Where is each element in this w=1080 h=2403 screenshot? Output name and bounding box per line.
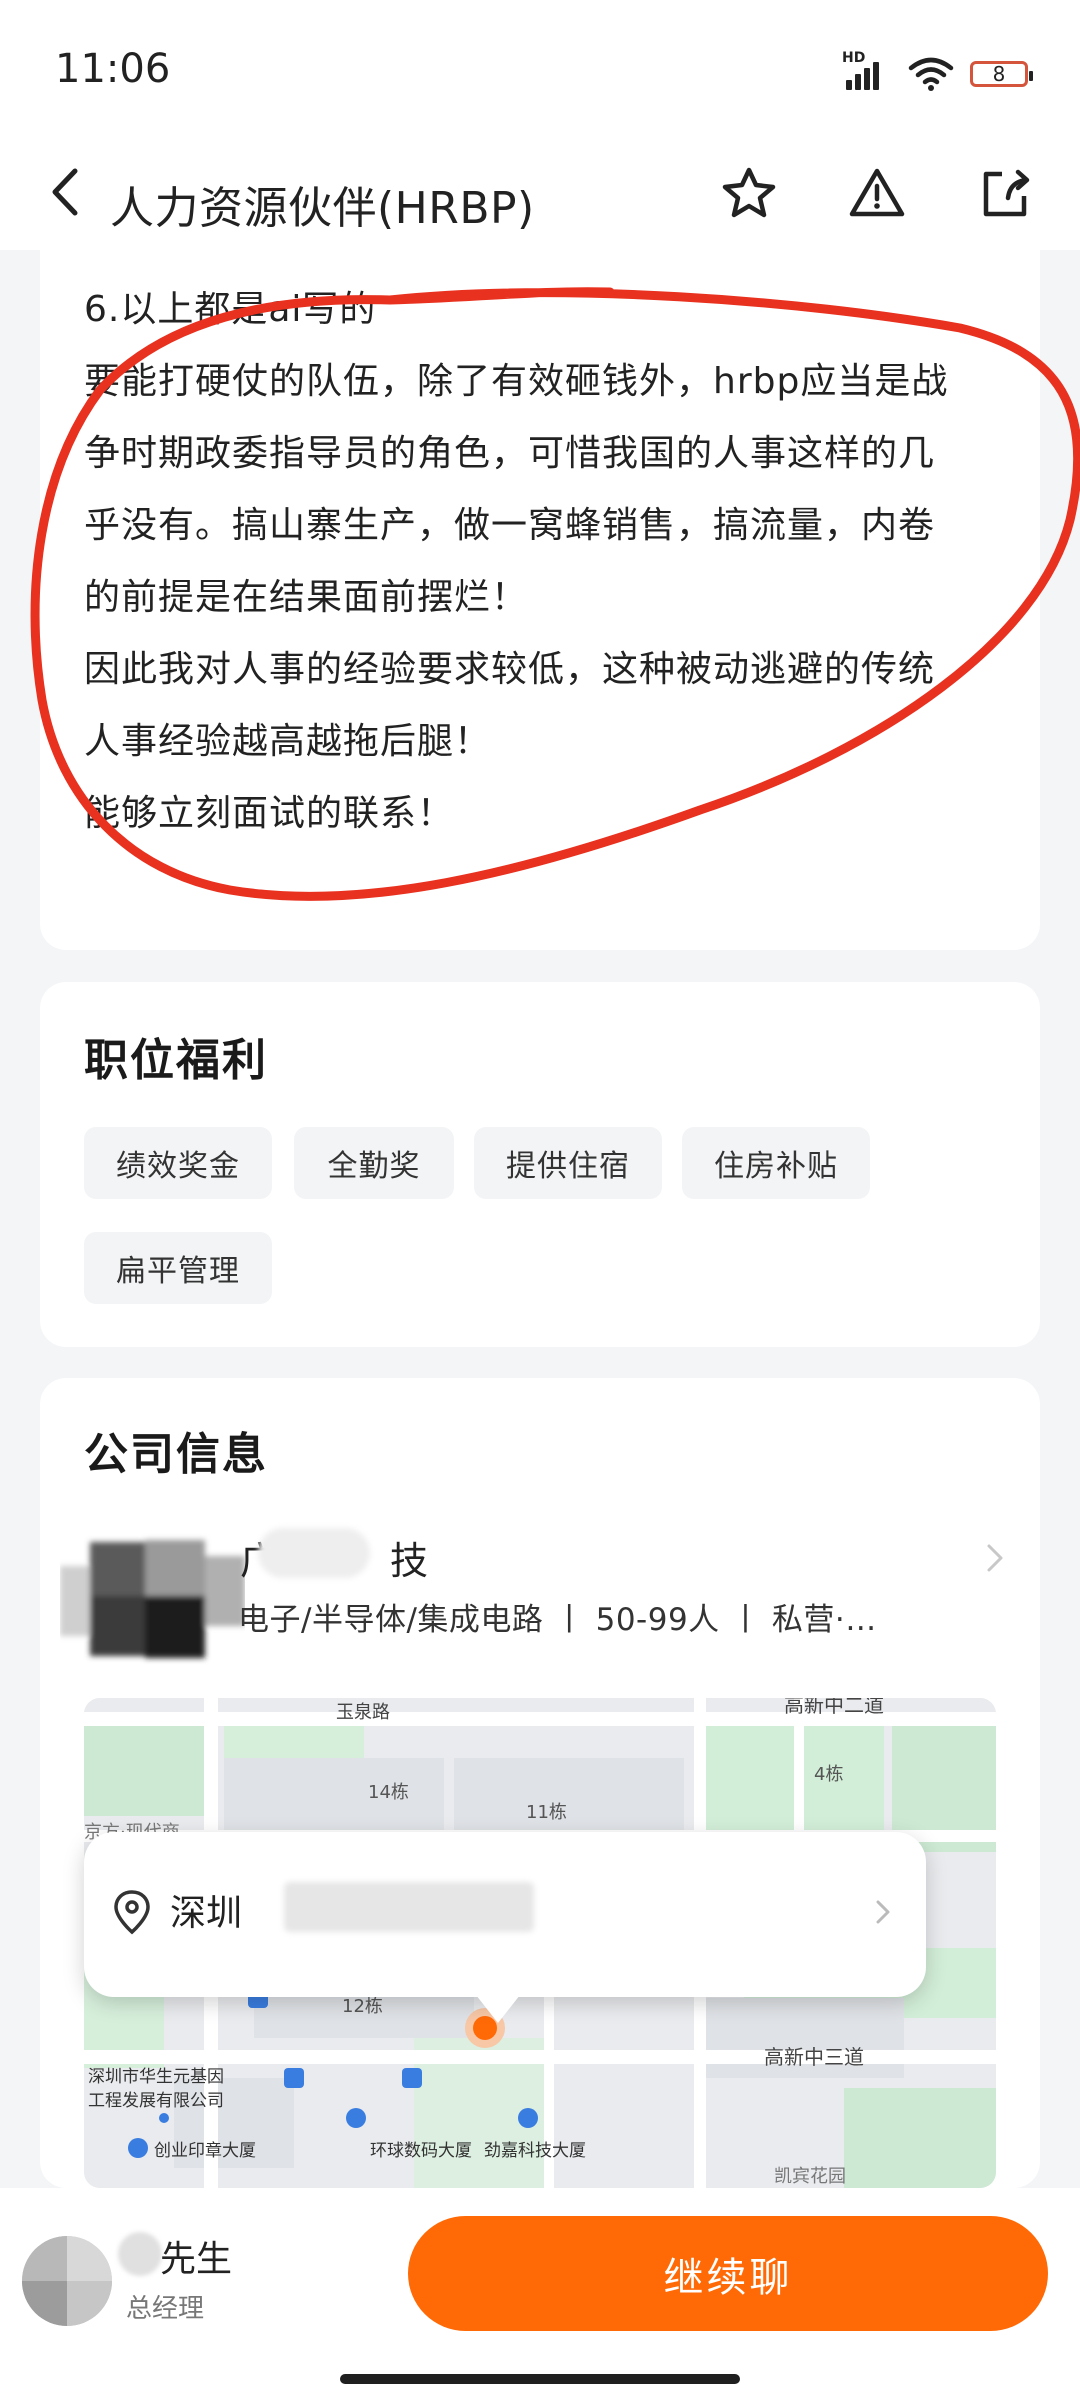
- page-title: 人力资源伙伴(HRBP): [110, 183, 535, 234]
- bottom-bar: 先生 总经理 继续聊: [0, 2188, 1080, 2403]
- address-redaction: [284, 1882, 534, 1932]
- map-label: 凯宾花园: [774, 2166, 846, 2187]
- battery-level: 8: [992, 62, 1006, 86]
- map-label: 4栋: [814, 1764, 843, 1785]
- description-line: 6.以上都是ai写的: [84, 289, 377, 330]
- map-label: 创业印章大厦: [154, 2141, 256, 2161]
- company-section-title: 公司信息: [84, 1429, 268, 1480]
- benefit-tag: 全勤奖: [294, 1127, 454, 1199]
- description-line: 人事经验越高越拖后腿！: [84, 721, 492, 762]
- company-name-redaction: [258, 1528, 370, 1578]
- wifi-icon: [908, 57, 954, 91]
- back-button[interactable]: [36, 162, 96, 222]
- map-label: 14栋: [368, 1782, 409, 1803]
- continue-chat-button[interactable]: 继续聊: [408, 2216, 1048, 2331]
- benefits-title: 职位福利: [84, 1035, 268, 1086]
- recruiter-name-redaction: [118, 2232, 162, 2276]
- map-label: 高新中三道: [764, 2045, 864, 2069]
- recruiter-title: 总经理: [126, 2294, 205, 2324]
- bubble-tail: [476, 1995, 520, 2023]
- nav-bar: 人力资源伙伴(HRBP): [0, 140, 1080, 250]
- benefit-tag: 提供住宿: [474, 1127, 662, 1199]
- chevron-right-icon: [876, 1900, 890, 1924]
- home-indicator[interactable]: [340, 2374, 740, 2384]
- company-card: 公司信息 广技 电子/半导体/集成电路 丨 50-99人 丨 私营·…: [40, 1378, 1040, 2188]
- benefit-tag: 住房补贴: [682, 1127, 870, 1199]
- address-text: 深圳: [170, 1893, 243, 1934]
- map-label: 环球数码大厦: [370, 2141, 472, 2161]
- benefit-tag: 绩效奖金: [84, 1127, 272, 1199]
- report-button[interactable]: [844, 160, 910, 226]
- status-icons: HD 8: [842, 50, 1033, 96]
- map-label: 工程发展有限公司: [88, 2091, 224, 2111]
- share-icon: [983, 169, 1030, 217]
- description-line: 乎没有。搞山寨生产，做一窝蜂销售，搞流量，内卷: [84, 505, 936, 546]
- star-icon: [722, 167, 776, 218]
- location-pin-icon: [114, 1890, 150, 1935]
- recruiter-name: 先生: [160, 2239, 233, 2280]
- map-label: 11栋: [526, 1802, 567, 1823]
- map-label: 12栋: [342, 1996, 383, 2017]
- status-time: 11:06: [55, 46, 171, 92]
- job-description-card: 6.以上都是ai写的 要能打硬仗的队伍，除了有效砸钱外，hrbp应当是战 争时期…: [40, 250, 1040, 950]
- company-name-suffix: 技: [390, 1539, 429, 1583]
- map-label: 深圳市华生元基因: [88, 2067, 224, 2087]
- signal-icon: HD: [842, 50, 892, 96]
- description-line: 能够立刻面试的联系！: [84, 793, 455, 834]
- benefits-card: 职位福利 绩效奖金 全勤奖 提供住宿 住房补贴 扁平管理: [40, 982, 1040, 1347]
- favorite-button[interactable]: [716, 160, 782, 226]
- map-label: 劲嘉科技大厦: [484, 2141, 586, 2161]
- map-label: 玉泉路: [336, 1702, 390, 1723]
- status-bar: 11:06 HD 8: [0, 0, 1080, 140]
- map-label: 高新中二道: [784, 1698, 884, 1717]
- company-meta: 电子/半导体/集成电路 丨 50-99人 丨 私营·…: [238, 1602, 877, 1638]
- avatar[interactable]: [22, 2236, 112, 2326]
- description-line: 要能打硬仗的队伍，除了有效砸钱外，hrbp应当是战: [84, 361, 949, 402]
- battery-icon: 8: [970, 61, 1033, 87]
- company-logo[interactable]: [60, 1516, 245, 1666]
- benefit-tag: 扁平管理: [84, 1232, 272, 1304]
- description-line: 争时期政委指导员的角色，可惜我国的人事这样的几: [84, 433, 936, 474]
- back-arrow-icon: [52, 168, 78, 216]
- address-bubble[interactable]: 深圳: [84, 1832, 926, 1997]
- chevron-right-icon[interactable]: [980, 1538, 1010, 1578]
- warning-icon: [849, 168, 905, 217]
- share-button[interactable]: [972, 160, 1038, 226]
- description-line: 的前提是在结果面前摆烂！: [84, 577, 529, 618]
- description-line: 因此我对人事的经验要求较低，这种被动逃避的传统: [84, 649, 936, 690]
